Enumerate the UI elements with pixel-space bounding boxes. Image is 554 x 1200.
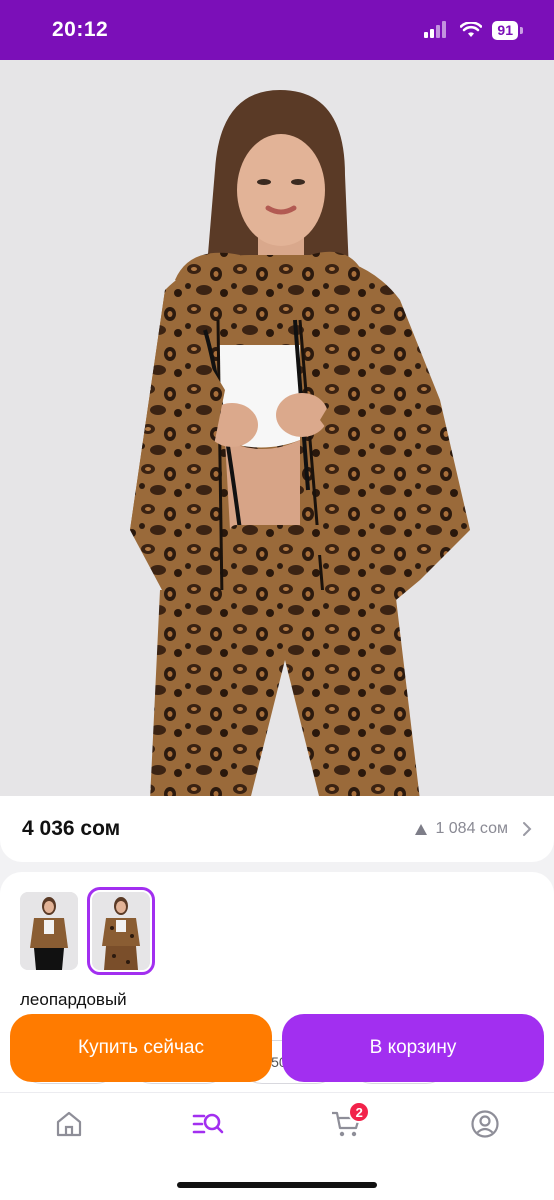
signal-icon [424, 21, 447, 38]
old-price: 1 084 сом [435, 820, 508, 837]
variant-thumbnail-selected[interactable] [87, 887, 155, 975]
price-history[interactable]: 1 084 сом [415, 820, 532, 838]
add-to-cart-button[interactable]: В корзину [282, 1014, 544, 1082]
tab-profile[interactable] [455, 1109, 515, 1149]
home-indicator [177, 1182, 377, 1188]
action-buttons: Купить сейчас В корзину [10, 1014, 544, 1082]
tab-cart[interactable]: 2 [316, 1101, 376, 1149]
current-price: 4 036 сом [22, 817, 121, 840]
search-list-icon [192, 1113, 224, 1134]
chevron-right-icon [523, 822, 532, 836]
wifi-icon [460, 22, 483, 37]
battery-indicator: 91 [492, 20, 523, 40]
color-name: леопардовый [20, 990, 127, 1009]
status-time: 20:12 [52, 18, 109, 41]
cart-badge: 2 [348, 1101, 371, 1123]
status-bar: 20:12 91 [0, 0, 554, 60]
status-icons: 91 [424, 20, 523, 40]
triangle-up-icon [415, 823, 428, 835]
profile-icon [471, 1110, 499, 1138]
product-image[interactable] [0, 60, 554, 800]
price-card[interactable]: 4 036 сом 1 084 сом [0, 796, 554, 862]
product-screen: 20:12 91 4 036 сом 1 084 сом леопардовый… [0, 0, 554, 1200]
variant-black-leopard [20, 892, 78, 970]
leopard-print-tracksuit-photo [0, 60, 554, 800]
variant-leopard [92, 892, 150, 970]
variant-thumbnails [20, 887, 534, 975]
options-card: леопардовый 42-44 46-48 50-52 54-56 [0, 872, 554, 1122]
buy-now-button[interactable]: Купить сейчас [10, 1014, 272, 1082]
tab-home[interactable] [39, 1109, 99, 1149]
variant-thumbnail[interactable] [20, 892, 78, 970]
home-icon [57, 1111, 82, 1137]
tab-catalog-search[interactable] [178, 1109, 238, 1149]
